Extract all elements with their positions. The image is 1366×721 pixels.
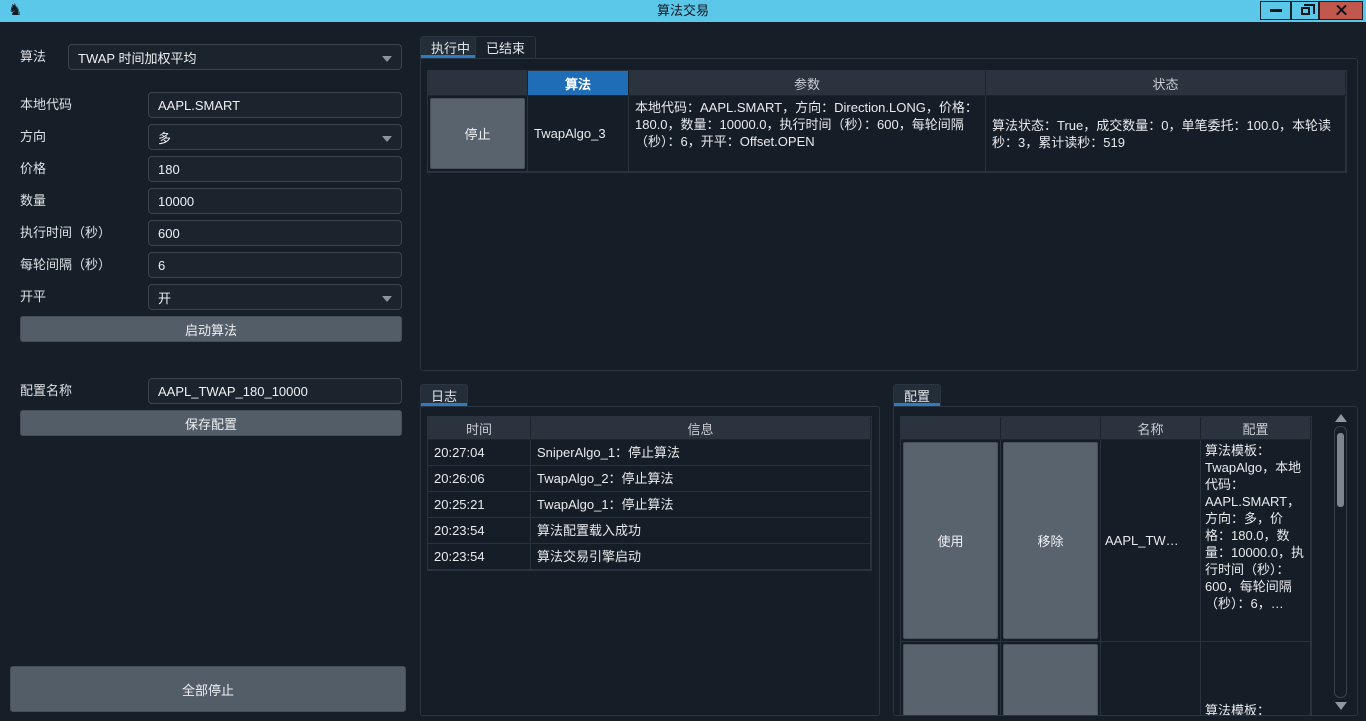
log-row-time[interactable]: 20:27:04 [428,440,531,466]
direction-select[interactable]: 多 [148,124,402,150]
cell-remove: 移除 [1001,440,1101,642]
stop-algo-button[interactable]: 停止 [430,98,525,169]
use-config-button-2[interactable] [903,644,998,716]
cell-action: 停止 [428,96,528,172]
close-icon [1336,5,1347,16]
interval-label: 每轮间隔（秒） [20,252,111,278]
direction-label: 方向 [20,124,46,150]
price-input[interactable]: 180 [148,156,402,182]
cell-config-name[interactable]: AAPL_TW… [1101,440,1201,642]
header-name[interactable]: 名称 [1101,417,1201,440]
config-scrollbar[interactable] [1334,412,1347,712]
log-row-time[interactable]: 20:23:54 [428,518,531,544]
log-row-info[interactable]: TwapAlgo_2：停止算法 [531,466,871,492]
header-config[interactable]: 配置 [1201,417,1311,440]
config-name: AAPL_TW… [1101,529,1183,552]
start-algo-button[interactable]: 启动算法 [20,316,402,342]
cell-remove-2 [1001,642,1101,716]
cell-status[interactable]: 算法状态：True，成交数量：0，单笔委托：100.0，本轮读秒：3，累计读秒：… [986,96,1346,172]
config-detail-partial: 算法模板： [1201,642,1310,716]
algo-template-select[interactable]: TWAP 时间加权平均 [68,44,402,70]
tab-finished[interactable]: 已结束 [475,36,536,59]
window-controls [1260,1,1363,20]
title-bar[interactable]: ♞ 算法交易 [0,0,1366,22]
cell-use: 使用 [901,440,1001,642]
volume-input[interactable]: 10000 [148,188,402,214]
cell-use-2 [901,642,1001,716]
tab-log[interactable]: 日志 [420,384,468,407]
exec-time-label: 执行时间（秒） [20,220,111,246]
price-label: 价格 [20,156,46,182]
running-algos-table: 算法 参数 状态 停止 TwapAlgo_3 本地代码：AAPL.SMART，方… [427,70,1347,173]
offset-select[interactable]: 开 [148,284,402,310]
cell-params[interactable]: 本地代码：AAPL.SMART，方向：Direction.LONG，价格：180… [629,96,986,172]
price-value: 180 [158,162,180,177]
scrollbar-thumb[interactable] [1337,433,1344,507]
header-params[interactable]: 参数 [629,71,986,96]
algo-params: 本地代码：AAPL.SMART，方向：Direction.LONG，价格：180… [629,96,985,153]
log-row-info[interactable]: TwapAlgo_1：停止算法 [531,492,871,518]
symbol-input[interactable]: AAPL.SMART [148,92,402,118]
use-config-button[interactable]: 使用 [903,442,998,639]
log-panel: 时间 信息 20:27:04 SniperAlgo_1：停止算法 20:26:0… [420,406,880,716]
log-row-time[interactable]: 20:25:21 [428,492,531,518]
algo-name: TwapAlgo_3 [528,122,612,145]
window-title: 算法交易 [0,0,1366,22]
symbol-label: 本地代码 [20,92,72,118]
log-row-info[interactable]: SniperAlgo_1：停止算法 [531,440,871,466]
volume-value: 10000 [158,194,194,209]
header-action [428,71,528,96]
config-panel: 名称 配置 使用 移除 AAPL_TW… 算法模板：TwapAlgo，本地代码：… [893,406,1358,716]
log-table: 时间 信息 20:27:04 SniperAlgo_1：停止算法 20:26:0… [427,416,872,571]
stop-all-button[interactable]: 全部停止 [10,666,406,712]
restore-icon [1301,7,1310,15]
tab-running[interactable]: 执行中 [420,36,481,59]
running-algos-panel: 算法 参数 状态 停止 TwapAlgo_3 本地代码：AAPL.SMART，方… [420,58,1358,371]
scroll-up-icon[interactable] [1335,414,1347,422]
config-table: 名称 配置 使用 移除 AAPL_TW… 算法模板：TwapAlgo，本地代码：… [900,416,1312,716]
algo-label: 算法 [20,44,46,70]
log-row-time[interactable]: 20:23:54 [428,544,531,570]
config-name-value: AAPL_TWAP_180_10000 [158,384,308,399]
remove-config-button-2[interactable] [1003,644,1098,716]
algo-template-value: TWAP 时间加权平均 [78,48,196,67]
cell-algo[interactable]: TwapAlgo_3 [528,96,629,172]
scrollbar-track[interactable] [1334,426,1347,698]
interval-value: 6 [158,258,165,273]
header-algo[interactable]: 算法 [528,71,629,96]
log-row-info[interactable]: 算法交易引擎启动 [531,544,871,570]
algo-status: 算法状态：True，成交数量：0，单笔委托：100.0，本轮读秒：3，累计读秒：… [986,114,1345,154]
header-time[interactable]: 时间 [428,417,531,440]
close-button[interactable] [1319,1,1363,20]
direction-value: 多 [158,128,171,147]
save-config-button[interactable]: 保存配置 [20,410,402,436]
offset-value: 开 [158,288,171,307]
config-name-label: 配置名称 [20,378,72,404]
algo-trading-window: ♞ 算法交易 算法 TWAP 时间加权平均 本地代码 AAPL.SMART 方向… [0,0,1366,721]
cell-config-detail[interactable]: 算法模板：TwapAlgo，本地代码：AAPL.SMART，方向：多，价格：18… [1201,440,1311,642]
exec-time-value: 600 [158,226,180,241]
restore-button[interactable] [1291,1,1319,20]
header-info[interactable]: 信息 [531,417,871,440]
header-remove [1001,417,1101,440]
log-row-info[interactable]: 算法配置载入成功 [531,518,871,544]
interval-input[interactable]: 6 [148,252,402,278]
minimize-button[interactable] [1260,1,1291,20]
header-status[interactable]: 状态 [986,71,1346,96]
cell-config-name-2[interactable] [1101,642,1201,716]
scroll-down-icon[interactable] [1335,702,1347,710]
symbol-value: AAPL.SMART [158,98,240,113]
log-row-time[interactable]: 20:26:06 [428,466,531,492]
cell-config-detail-2[interactable]: 算法模板： [1201,642,1311,716]
exec-time-input[interactable]: 600 [148,220,402,246]
minimize-icon [1270,9,1282,12]
volume-label: 数量 [20,188,46,214]
offset-label: 开平 [20,284,46,310]
header-use [901,417,1001,440]
config-name-input[interactable]: AAPL_TWAP_180_10000 [148,378,402,404]
tab-config[interactable]: 配置 [893,384,941,407]
remove-config-button[interactable]: 移除 [1003,442,1098,639]
config-detail: 算法模板：TwapAlgo，本地代码：AAPL.SMART，方向：多，价格：18… [1201,440,1310,614]
